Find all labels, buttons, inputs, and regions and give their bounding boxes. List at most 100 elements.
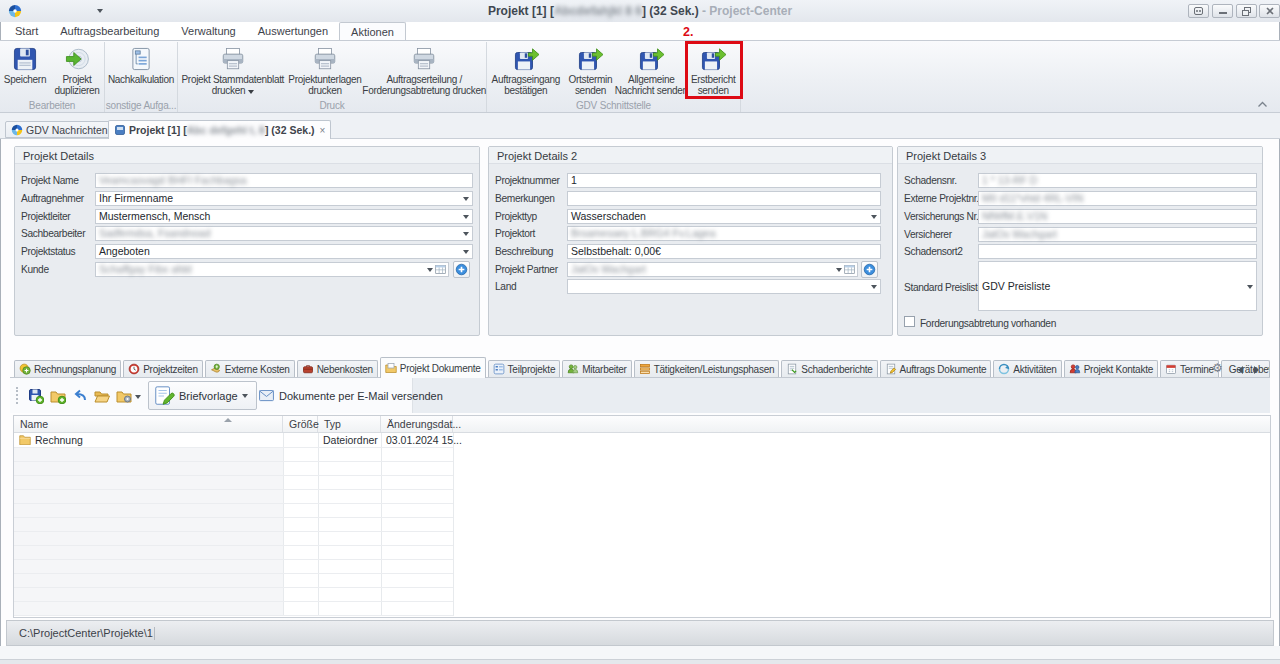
fullscreen-button[interactable]	[1188, 4, 1209, 18]
save-document-icon[interactable]	[28, 388, 44, 404]
doc-tab-projekt[interactable]: Projekt [1] [Abc defgehl t, 8] (32 Sek.)…	[108, 120, 331, 139]
tab-geraetebewegung[interactable]: Gerätebewe	[1221, 360, 1270, 377]
minimize-button[interactable]	[1212, 4, 1233, 18]
ribbon-collapse-icon[interactable]	[1257, 100, 1268, 108]
tab-termine[interactable]: Termine	[1160, 360, 1219, 377]
ribbon-tab-bar: Start Auftragsbearbeitung Verwaltung Aus…	[4, 22, 406, 40]
forderungsabtretung-checkbox[interactable]	[904, 316, 915, 327]
kunde-combo[interactable]: Schaffgay Fibx afdd	[95, 262, 449, 277]
bemerkungen-input[interactable]	[567, 191, 881, 206]
close-button[interactable]	[1259, 4, 1280, 18]
dropdown-caret-icon[interactable]	[135, 395, 141, 399]
taetigkeiten-icon	[639, 363, 651, 375]
tab-nebenkosten[interactable]: Nebenkosten	[297, 360, 378, 377]
speichern-button[interactable]: Speichern	[0, 44, 50, 96]
externe-projektnr-input[interactable]: MII d11*vhtd 4RL-VIN	[978, 191, 1257, 206]
tab-scroll-left-icon[interactable]	[1238, 366, 1243, 374]
field-label: Sachbearbeiter	[21, 228, 85, 239]
restore-button[interactable]	[1236, 4, 1257, 18]
tab-externe-kosten[interactable]: Externe Kosten	[205, 360, 295, 377]
folder-options-icon[interactable]	[116, 388, 132, 404]
projekt-duplizieren-button[interactable]: Projekt duplizieren	[50, 44, 104, 96]
tab-rechnungsplanung[interactable]: Rechnungsplanung	[14, 360, 121, 377]
sort-asc-icon	[224, 418, 232, 422]
stammdatenblatt-drucken-button[interactable]: Projekt Stammdatenblatt drucken	[178, 44, 288, 96]
projekt-kontakte-icon	[1069, 363, 1081, 375]
field-label: Standard Preisliste	[904, 282, 983, 293]
projektort-input[interactable]: Brsamesaey L.BRG4 Fv.Lagea	[567, 226, 881, 241]
lookup-grid-icon[interactable]	[844, 264, 855, 275]
send-disk-icon	[513, 46, 539, 72]
ribbon-group-sonstige: Nachkalkulation sonstige Aufga...	[105, 42, 178, 112]
doc-tab-gdv-nachrichten[interactable]: GDV Nachrichten ×	[5, 121, 125, 138]
column-header-groesse[interactable]: Größe	[283, 416, 318, 432]
add-kunde-button[interactable]	[453, 261, 470, 278]
tab-mitarbeiter[interactable]: Mitarbeiter	[562, 360, 632, 377]
ribbon-tab-auswertungen[interactable]: Auswertungen	[247, 22, 339, 40]
ribbon-tab-start[interactable]: Start	[4, 22, 49, 40]
add-folder-icon[interactable]	[50, 388, 66, 404]
open-folder-icon[interactable]	[94, 388, 110, 404]
ribbon-tab-verwaltung[interactable]: Verwaltung	[170, 22, 246, 40]
projektleiter-combo[interactable]: Mustermensch, Mensch	[95, 209, 473, 224]
detail-tab-bar: Rechnungsplanung Projektzeiten Externe K…	[10, 358, 1270, 378]
tab-projektzeiten[interactable]: Projektzeiten	[123, 360, 203, 377]
schadensnr-input[interactable]: 1 * 13-RF D	[978, 173, 1257, 188]
versicherer-input[interactable]: JatOs Wachgart	[978, 227, 1257, 242]
projekttyp-combo[interactable]: Wasserschaden	[567, 209, 881, 224]
versicherungs-nr-input[interactable]: NfWfM.E.V1N	[978, 209, 1257, 224]
ribbon-group-druck: Projekt Stammdatenblatt drucken Projektu…	[178, 42, 487, 112]
auftragseingang-bestaetigen-button[interactable]: Auftragseingang bestätigen	[487, 44, 565, 96]
tab-schadenberichte[interactable]: Schadenberichte	[781, 360, 877, 377]
tab-scroll-right-icon[interactable]	[1254, 366, 1259, 374]
ortstermin-senden-button[interactable]: Ortstermin senden	[565, 44, 617, 96]
undo-icon[interactable]	[72, 388, 88, 404]
field-label: Versicherungs Nr.	[904, 211, 978, 222]
mitarbeiter-icon	[567, 363, 579, 375]
sachbearbeiter-combo[interactable]: Sadfemdsa, Fsandnoad	[95, 226, 473, 241]
tab-teilprojekte[interactable]: Teilprojekte	[488, 360, 561, 377]
schadensort2-input[interactable]	[978, 244, 1257, 259]
close-tab-icon[interactable]: ×	[320, 125, 326, 136]
nachkalkulation-icon	[128, 46, 154, 72]
standard-preisliste-combo[interactable]: GDV Preisliste	[978, 261, 1257, 311]
auftragnehmer-combo[interactable]: Ihr Firmenname	[95, 191, 473, 206]
projekt-partner-combo[interactable]: JatOs Wachgart	[567, 262, 858, 277]
column-header-name[interactable]: Name	[14, 416, 283, 432]
panel-projekt-details-2: Projekt Details 2 Projektnummer 1 Bemerk…	[488, 146, 893, 336]
field-label: Projekt Partner	[495, 264, 558, 275]
ribbon-group-bearbeiten: Speichern Projekt duplizieren Bearbeiten	[0, 42, 105, 112]
briefvorlage-button[interactable]: Briefvorlage	[148, 381, 257, 410]
projektzeiten-icon	[128, 363, 140, 375]
allgemeine-nachricht-senden-button[interactable]: Allgemeine Nachricht senden	[616, 44, 686, 96]
projekt-name-input[interactable]: Veamcasvagd BHFI Fachbagsa	[95, 173, 473, 188]
ribbon-tab-aktionen[interactable]: Aktionen	[339, 22, 406, 40]
nachkalkulation-button[interactable]: Nachkalkulation	[105, 44, 177, 85]
table-row[interactable]: Rechnung Dateiordner 03.01.2024 15...	[14, 433, 1270, 447]
land-combo[interactable]	[567, 279, 881, 294]
add-partner-button[interactable]	[861, 261, 878, 278]
column-header-datum[interactable]: Änderungsdat...	[381, 416, 453, 432]
gdv-tab-icon	[11, 124, 23, 136]
auftragserteilung-drucken-button[interactable]: Auftragserteilung / Forderungsabtretung …	[362, 44, 486, 96]
tab-projekt-kontakte[interactable]: Projekt Kontakte	[1064, 360, 1158, 377]
tab-auftrags-dokumente[interactable]: Auftrags Dokumente	[880, 360, 992, 377]
column-header-typ[interactable]: Typ	[318, 416, 381, 432]
beschreibung-input[interactable]: Selbstbehalt: 0,00€	[567, 244, 881, 259]
lookup-grid-icon[interactable]	[435, 264, 446, 275]
field-label: Land	[495, 281, 516, 292]
tab-taetigkeiten[interactable]: Tätigkeiten/Leistungsphasen	[634, 360, 780, 377]
projektunterlagen-drucken-button[interactable]: Projektunterlagen drucken	[288, 44, 363, 96]
tab-projekt-dokumente[interactable]: Projekt Dokumente	[380, 357, 486, 378]
field-label: Auftragnehmer	[21, 193, 84, 204]
briefvorlage-icon	[153, 385, 175, 407]
tab-aktivitaeten[interactable]: Aktivitäten	[993, 360, 1061, 377]
email-dokumente-button[interactable]: Dokumente per E-Mail versenden	[253, 381, 449, 410]
projektnummer-input[interactable]: 1	[567, 173, 881, 188]
field-label: Projektnummer	[495, 175, 560, 186]
projektstatus-combo[interactable]: Angeboten	[95, 244, 473, 259]
duplicate-disc-icon	[64, 46, 90, 72]
tab-settings-gear-icon[interactable]: ⚙	[1212, 361, 1223, 375]
ribbon-tab-auftragsbearbeitung[interactable]: Auftragsbearbeitung	[49, 22, 170, 40]
titlebar: Projekt [1] [Abcdefahjkl 8 6] (32 Sek.) …	[0, 0, 1280, 22]
